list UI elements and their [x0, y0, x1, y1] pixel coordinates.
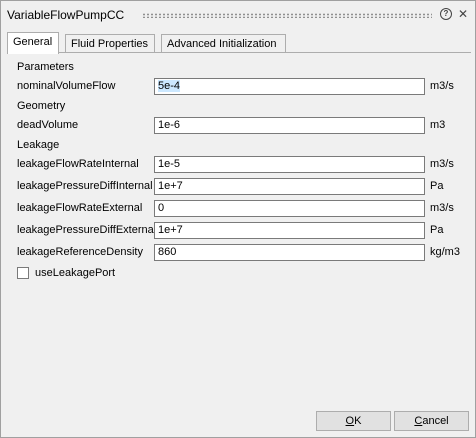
param-label: leakagePressureDiffExternal — [17, 224, 157, 236]
close-icon: ✕ — [457, 7, 469, 21]
help-button[interactable]: ? — [439, 7, 453, 21]
dead-volume-input[interactable]: 1e-6 — [154, 117, 425, 134]
leakage-pressure-diff-external-input[interactable]: 1e+7 — [154, 222, 425, 239]
drag-grip[interactable] — [142, 13, 432, 18]
tab-label: General — [13, 36, 53, 48]
param-label: leakagePressureDiffInternal — [17, 180, 153, 192]
help-icon: ? — [440, 8, 452, 20]
section-geometry: Geometry — [17, 100, 66, 112]
ok-mnemonic: O — [345, 415, 355, 427]
section-leakage: Leakage — [17, 139, 60, 151]
section-parameters: Parameters — [17, 61, 74, 73]
leakage-pressure-diff-internal-input[interactable]: 1e+7 — [154, 178, 425, 195]
param-label: leakageReferenceDensity — [17, 246, 143, 258]
use-leakage-port-checkbox[interactable] — [17, 267, 29, 279]
param-unit: m3/s — [430, 202, 454, 214]
param-label: leakageFlowRateExternal — [17, 202, 143, 214]
param-label: deadVolume — [17, 119, 79, 131]
param-unit: Pa — [430, 224, 444, 236]
use-leakage-port-label[interactable]: useLeakagePort — [35, 267, 115, 279]
tab-label: Fluid Properties — [71, 38, 149, 50]
param-unit: Pa — [430, 180, 444, 192]
leakage-reference-density-input[interactable]: 860 — [154, 244, 425, 261]
title-bar[interactable]: VariableFlowPumpCC ? ✕ — [1, 1, 475, 27]
tab-general[interactable]: General — [7, 32, 59, 54]
param-unit: m3/s — [430, 158, 454, 170]
param-label: leakageFlowRateInternal — [17, 158, 139, 170]
leakage-flow-rate-external-input[interactable]: 0 — [154, 200, 425, 217]
param-unit: m3 — [430, 119, 446, 131]
ok-label-rest: K — [354, 415, 362, 427]
dialog-window: VariableFlowPumpCC ? ✕ General Fluid Pro… — [0, 0, 476, 438]
nominal-volume-flow-input[interactable]: 5e-4 — [154, 78, 425, 95]
leakage-flow-rate-internal-input[interactable]: 1e-5 — [154, 156, 425, 173]
ok-button[interactable]: OK — [316, 411, 391, 431]
tab-advanced-initialization[interactable]: Advanced Initialization — [161, 34, 286, 52]
cancel-label-rest: ancel — [422, 415, 449, 427]
dialog-title: VariableFlowPumpCC — [7, 8, 125, 22]
param-unit: kg/m3 — [430, 246, 460, 258]
param-unit: m3/s — [430, 80, 454, 92]
cancel-button[interactable]: Cancel — [394, 411, 469, 431]
close-button[interactable]: ✕ — [456, 7, 470, 21]
tab-fluid-properties[interactable]: Fluid Properties — [65, 34, 155, 52]
tab-label: Advanced Initialization — [167, 38, 277, 50]
param-label: nominalVolumeFlow — [17, 80, 116, 92]
